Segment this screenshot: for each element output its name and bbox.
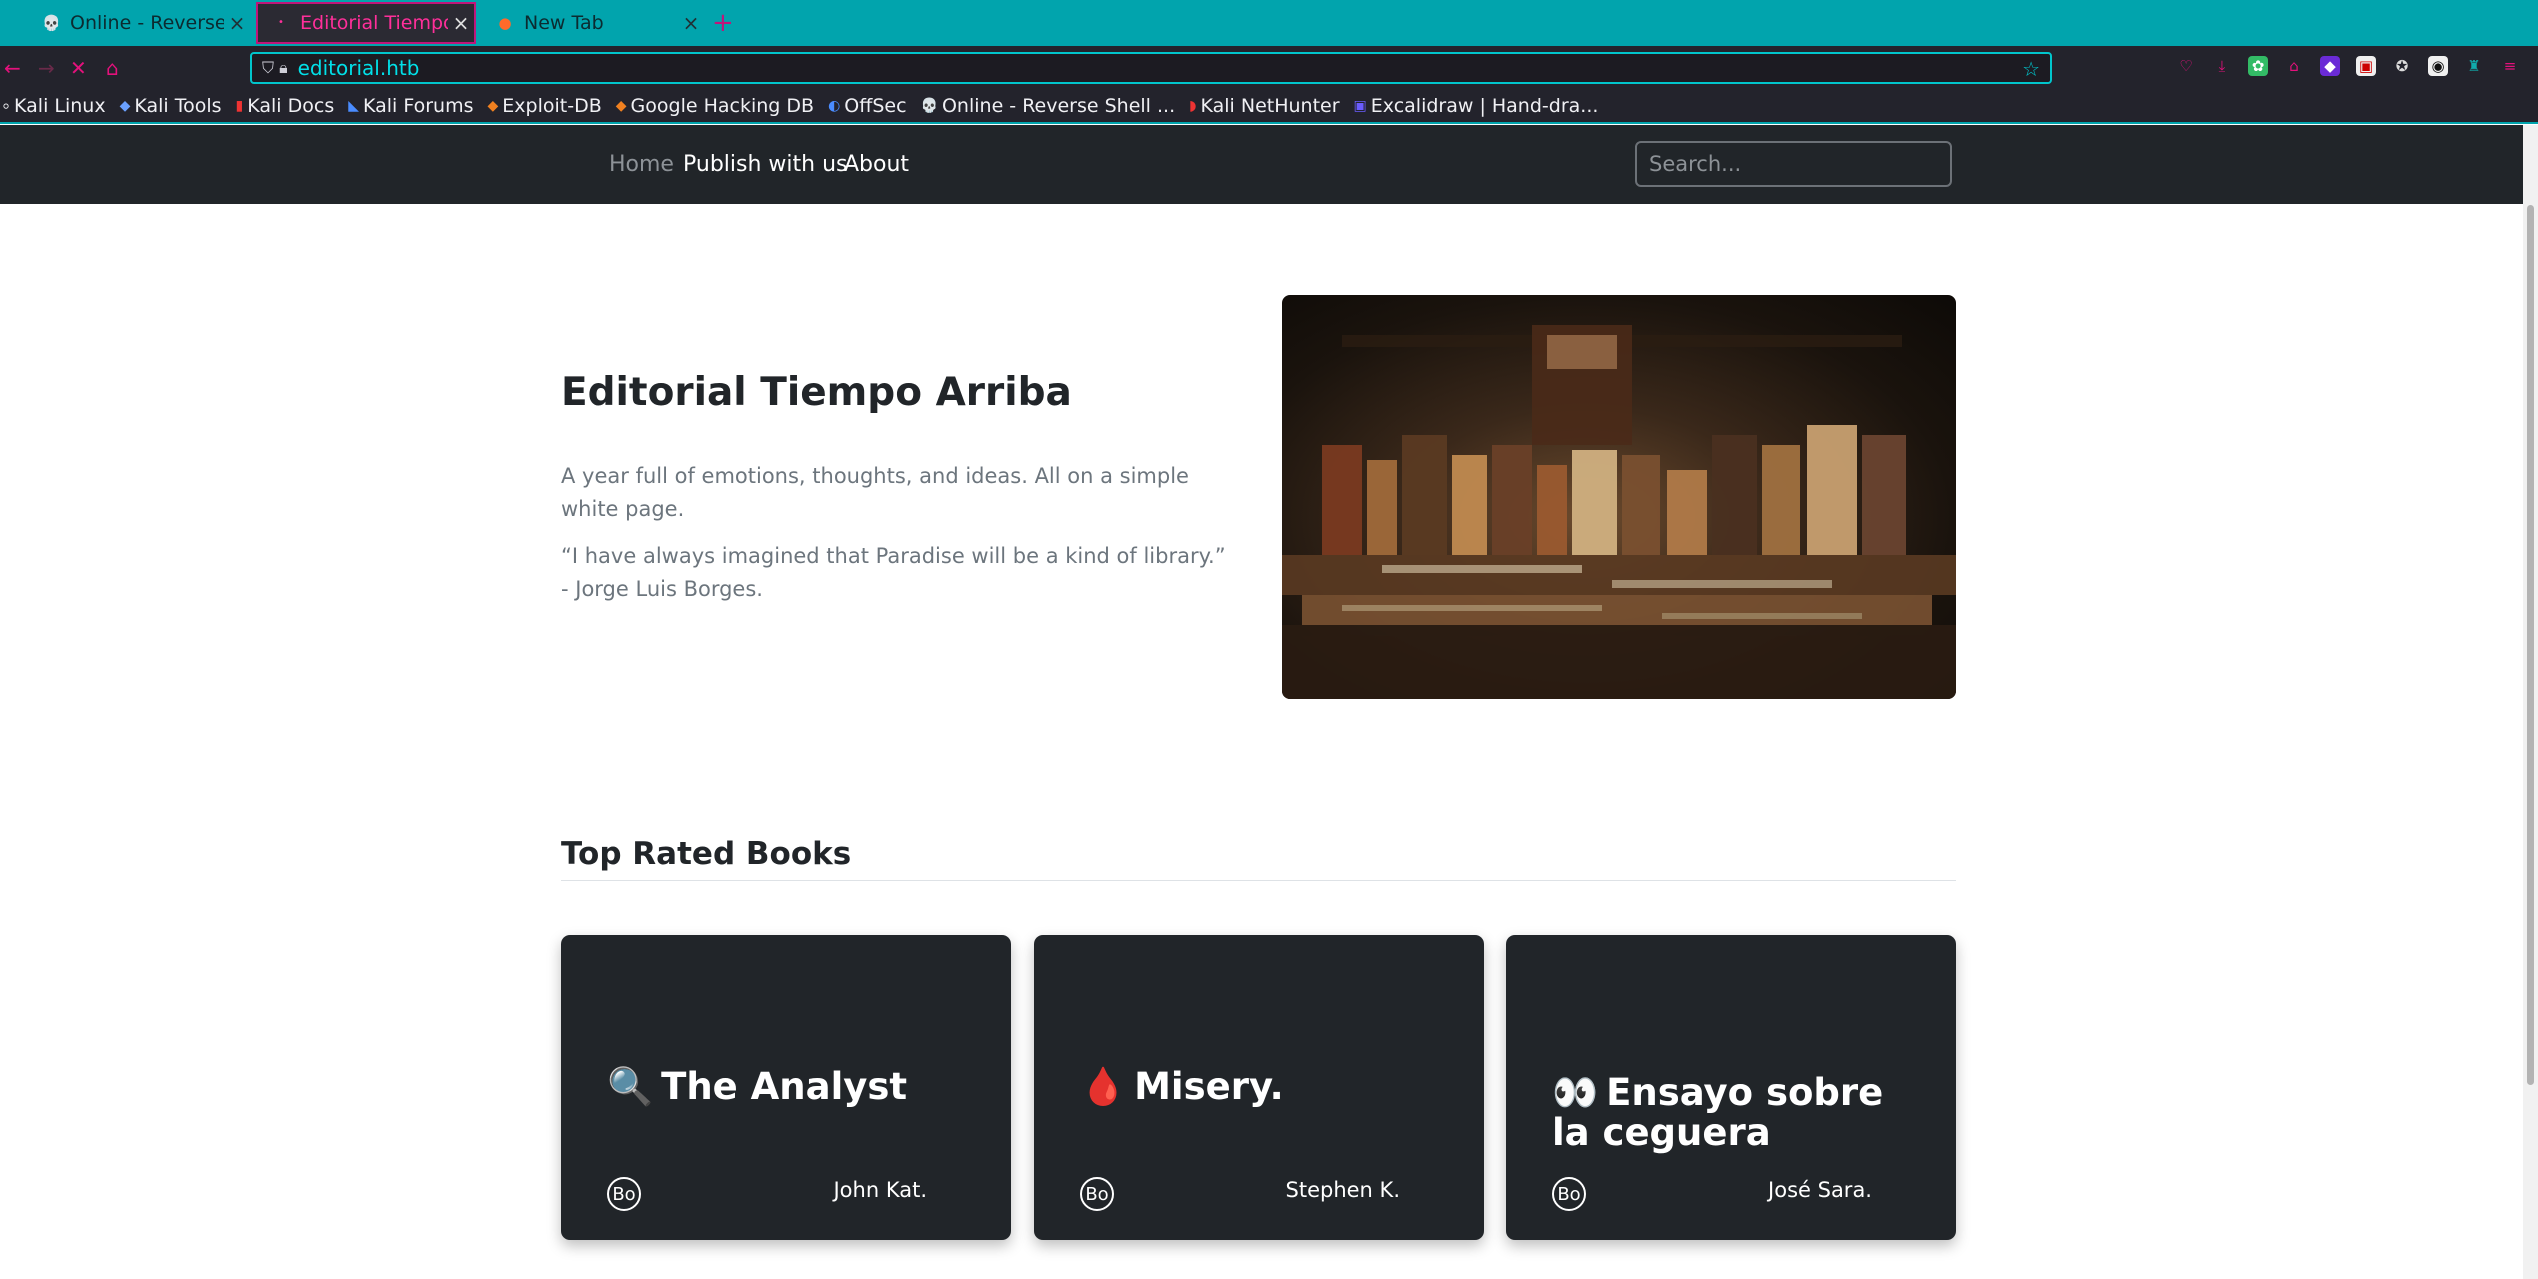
extension-icon[interactable]: ⌂ bbox=[2284, 56, 2304, 76]
bookmark-google-hacking-db[interactable]: ◆ Google Hacking DB bbox=[616, 95, 814, 117]
close-icon[interactable]: × bbox=[678, 11, 704, 35]
dot-icon: • bbox=[278, 17, 284, 28]
bookmarks-toolbar: ⸰ Kali Linux ◆ Kali Tools ▮ Kali Docs ◣ Kali… bbox=[0, 90, 2538, 124]
bookmark-excalidraw[interactable]: ▣ Excalidraw | Hand-dra... bbox=[1354, 95, 1599, 117]
url-bar[interactable]: ⛉ 🔒︎ editorial.htb ☆ bbox=[250, 52, 2052, 84]
extension-icon[interactable]: ▣ bbox=[2356, 56, 2376, 76]
close-icon[interactable]: × bbox=[224, 11, 250, 35]
book-badge: Bo bbox=[607, 1177, 641, 1211]
bookmark-reverse-shell[interactable]: 💀 Online - Reverse Shell ... bbox=[921, 95, 1176, 117]
bookmark-kali-linux[interactable]: ⸰ Kali Linux bbox=[2, 95, 106, 117]
ghdb-icon: ◆ bbox=[615, 98, 627, 114]
scrollbar-thumb[interactable] bbox=[2527, 205, 2534, 1085]
menu-icon[interactable]: ≡ bbox=[2500, 56, 2520, 76]
bookmark-kali-forums[interactable]: ◣ Kali Forums bbox=[348, 95, 473, 117]
nav-home-link[interactable]: Home bbox=[609, 152, 674, 177]
kali-tools-icon: ◆ bbox=[119, 98, 131, 114]
bookmark-kali-nethunter[interactable]: ◗ Kali NetHunter bbox=[1189, 95, 1339, 117]
book-card[interactable]: 👀 Ensayo sobre la ceguera Bo José Sara. bbox=[1506, 935, 1956, 1240]
tab-new-tab[interactable]: ● New Tab × bbox=[482, 2, 704, 44]
back-icon[interactable]: ← bbox=[4, 56, 21, 80]
pocket-icon[interactable]: ♡ bbox=[2176, 56, 2196, 76]
kali-icon: ⸰ bbox=[2, 98, 11, 115]
extension-icon[interactable]: ◆ bbox=[2320, 56, 2340, 76]
downloads-icon[interactable]: ⤓ bbox=[2212, 56, 2232, 76]
exploit-db-icon: ◆ bbox=[487, 98, 499, 114]
hero-title: Editorial Tiempo Arriba bbox=[561, 370, 1072, 415]
kali-docs-icon: ▮ bbox=[235, 98, 244, 114]
book-card[interactable]: 🔍 The Analyst Bo John Kat. bbox=[561, 935, 1011, 1240]
nav-about-link[interactable]: About bbox=[844, 152, 909, 177]
book-title: 👀 Ensayo sobre la ceguera bbox=[1552, 1071, 1884, 1154]
bookmark-exploit-db[interactable]: ◆ Exploit-DB bbox=[488, 95, 602, 117]
magnifier-icon: 🔍 bbox=[607, 1065, 654, 1108]
browser-tabbar: 💀 Online - Reverse Sh × • Editorial Tiem… bbox=[0, 0, 2538, 46]
tab-reverse-shell[interactable]: 💀 Online - Reverse Sh × bbox=[28, 2, 250, 44]
hero-tagline: A year full of emotions, thoughts, and i… bbox=[561, 464, 1189, 521]
nav-publish-link[interactable]: Publish with us bbox=[683, 152, 847, 177]
hero-bookshop-image bbox=[1282, 295, 1956, 699]
tab-title: Online - Reverse Sh bbox=[70, 12, 224, 34]
section-divider bbox=[561, 880, 1956, 881]
tab-editorial[interactable]: • Editorial Tiempo Ar × bbox=[256, 2, 476, 44]
url-text: editorial.htb bbox=[297, 56, 420, 80]
hero-quote: “I have always imagined that Paradise wi… bbox=[561, 544, 1226, 601]
kali-forums-icon: ◣ bbox=[348, 98, 359, 114]
book-badge: Bo bbox=[1552, 1177, 1586, 1211]
book-title: 🩸 Misery. bbox=[1080, 1065, 1284, 1108]
offsec-icon: ◐ bbox=[828, 98, 841, 114]
section-title: Top Rated Books bbox=[561, 836, 852, 872]
skull-icon: 💀 bbox=[42, 14, 61, 32]
nethunter-icon: ◗ bbox=[1189, 98, 1197, 114]
home-icon[interactable]: ⌂ bbox=[106, 56, 119, 80]
extension-icon[interactable]: ♜ bbox=[2464, 56, 2484, 76]
tab-title: New Tab bbox=[524, 12, 604, 34]
extension-icon[interactable]: ✿ bbox=[2248, 56, 2268, 76]
book-author: José Sara. bbox=[1768, 1178, 1872, 1202]
shield-lock-icon: ⛉ 🔒︎ bbox=[262, 58, 288, 77]
extension-icon[interactable]: ◉ bbox=[2428, 56, 2448, 76]
bookshop-illustration bbox=[1282, 325, 1956, 699]
search-input[interactable] bbox=[1635, 141, 1952, 187]
close-icon[interactable]: × bbox=[448, 11, 474, 35]
book-title: 🔍 The Analyst bbox=[607, 1065, 908, 1108]
book-card[interactable]: 🩸 Misery. Bo Stephen K. bbox=[1034, 935, 1484, 1240]
book-author: John Kat. bbox=[833, 1178, 927, 1202]
eyes-icon: 👀 bbox=[1552, 1071, 1599, 1114]
bookmark-kali-tools[interactable]: ◆ Kali Tools bbox=[120, 95, 222, 117]
skull-icon: 💀 bbox=[920, 98, 938, 114]
blood-drop-icon: 🩸 bbox=[1080, 1065, 1127, 1108]
excalidraw-icon: ▣ bbox=[1353, 98, 1367, 114]
bookmark-offsec[interactable]: ◐ OffSec bbox=[828, 95, 906, 117]
tab-title: Editorial Tiempo Ar bbox=[300, 12, 448, 34]
bookmark-star-icon[interactable]: ☆ bbox=[2022, 57, 2040, 81]
site-navbar: Home Publish with us About bbox=[0, 125, 2523, 204]
forward-icon[interactable]: → bbox=[38, 56, 55, 80]
new-tab-button[interactable]: + bbox=[712, 8, 734, 38]
book-author: Stephen K. bbox=[1285, 1178, 1400, 1202]
firefox-icon: ● bbox=[498, 14, 512, 32]
browser-navbar: ← → ✕ ⌂ ⛉ 🔒︎ editorial.htb ☆ ♡ ⤓ ✿ ⌂ ◆ ▣… bbox=[0, 46, 2538, 90]
book-badge: Bo bbox=[1080, 1177, 1114, 1211]
bookmark-kali-docs[interactable]: ▮ Kali Docs bbox=[236, 95, 335, 117]
stop-icon[interactable]: ✕ bbox=[70, 56, 87, 80]
extension-icon[interactable]: ✪ bbox=[2392, 56, 2412, 76]
